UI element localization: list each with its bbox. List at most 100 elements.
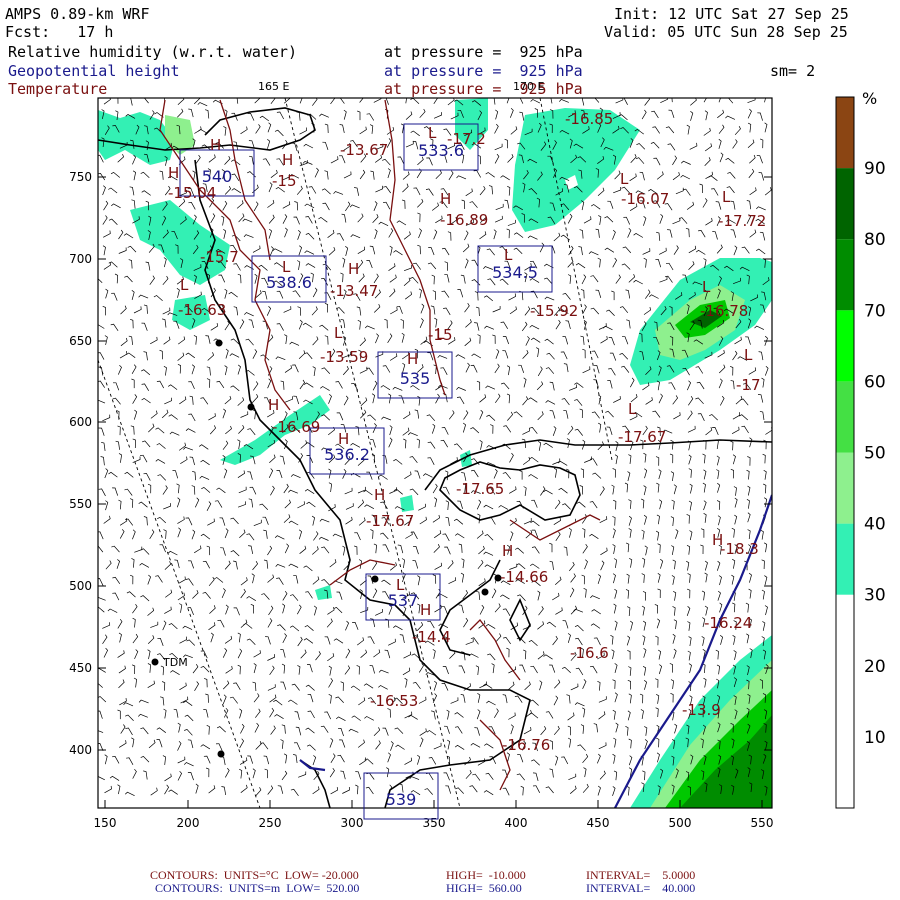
wind-barb [233,682,241,690]
wind-barb [432,574,437,584]
wind-barb [194,545,202,554]
colorbar-band [836,310,854,382]
wind-barb [718,378,723,389]
wind-barb [589,665,598,674]
wind-barb [299,545,307,554]
wind-barb [431,423,436,434]
wind-barb [442,666,449,675]
wind-barb [567,213,573,224]
wind-barb [608,337,615,346]
wind-barb [599,516,608,524]
wind-barb [289,341,300,346]
wind-barb [529,699,539,706]
wind-barb [517,594,526,601]
wind-barb [441,290,450,298]
station-label-tdm: TDM [162,656,188,669]
wind-barb [657,543,661,554]
wind-barb [619,352,629,360]
wind-barb [162,307,171,315]
pressure-center-label: L [436,325,445,343]
wind-barb [132,768,137,779]
wind-barb [581,274,587,285]
wind-barb [463,617,469,628]
wind-barb [642,635,646,646]
wind-barb [409,776,420,780]
wind-barb [606,309,615,317]
wind-barb [343,171,352,179]
wind-barb [602,325,613,331]
wind-barb [549,410,556,419]
wind-barb [119,698,127,706]
wind-barb [379,532,389,540]
wind-barb [716,244,723,254]
wind-barb [126,591,136,598]
wind-barb [193,335,197,345]
wind-barb [419,728,427,736]
wind-barb [732,454,736,465]
wind-barb [120,337,128,347]
wind-barb [417,198,424,208]
wind-barb [279,455,285,465]
wind-barb [132,438,136,449]
temperature-label: -16.76 [502,736,550,754]
wind-barb [230,517,239,525]
wind-barb [478,545,485,555]
wind-barb [642,770,646,781]
wind-barb [417,212,421,223]
wind-barb [382,727,389,736]
wind-barb [224,560,231,570]
wind-barb [651,110,659,119]
wind-barb [128,259,133,269]
wind-barb [417,244,421,255]
wind-barb [125,714,134,722]
wind-barb [667,229,673,238]
wind-barb [563,546,568,556]
wind-barb [747,122,752,133]
wind-barb [366,772,375,780]
wind-barb [208,622,216,631]
wind-barb [641,605,645,616]
wind-barb [345,516,353,525]
wind-barb [628,515,632,526]
station-dot [371,575,379,583]
wind-barb [312,336,319,346]
wind-barb [562,620,569,629]
wind-barb [254,273,258,284]
wind-barb [138,501,148,508]
wind-barb [343,109,347,120]
wind-barb [293,216,300,225]
wind-barb [716,455,720,466]
wind-barb [312,755,317,766]
wind-barb [718,124,725,134]
wind-barb [378,474,388,480]
wind-barb [597,680,601,691]
wind-barb [522,349,529,359]
wind-barb [659,247,667,255]
wind-barb [608,368,616,376]
wind-barb [552,426,557,437]
wind-barb [209,425,217,435]
wind-barb [250,603,254,614]
wind-barb [486,700,496,706]
wind-barb [329,767,335,778]
wind-barb [305,727,315,734]
wind-barb [419,737,424,748]
wind-barb [491,663,495,674]
wind-barb [393,458,403,465]
wind-barb [463,410,469,420]
wind-barb [359,577,367,586]
wind-barb [443,772,450,781]
wind-barb [183,446,194,451]
wind-barb [147,607,155,616]
wind-barb [685,227,690,238]
wind-barb [448,170,454,181]
wind-barb [155,575,163,583]
temperature-labels: -15.04-15.7-16.63-15-13.67-17.2-16.85-16… [168,110,766,754]
wind-barb [538,441,542,451]
wind-barb [591,204,601,210]
wind-barb [239,738,245,749]
wind-barb [239,768,243,779]
wind-barb [552,458,561,465]
wind-barb [730,229,737,238]
wind-barb [643,680,648,690]
